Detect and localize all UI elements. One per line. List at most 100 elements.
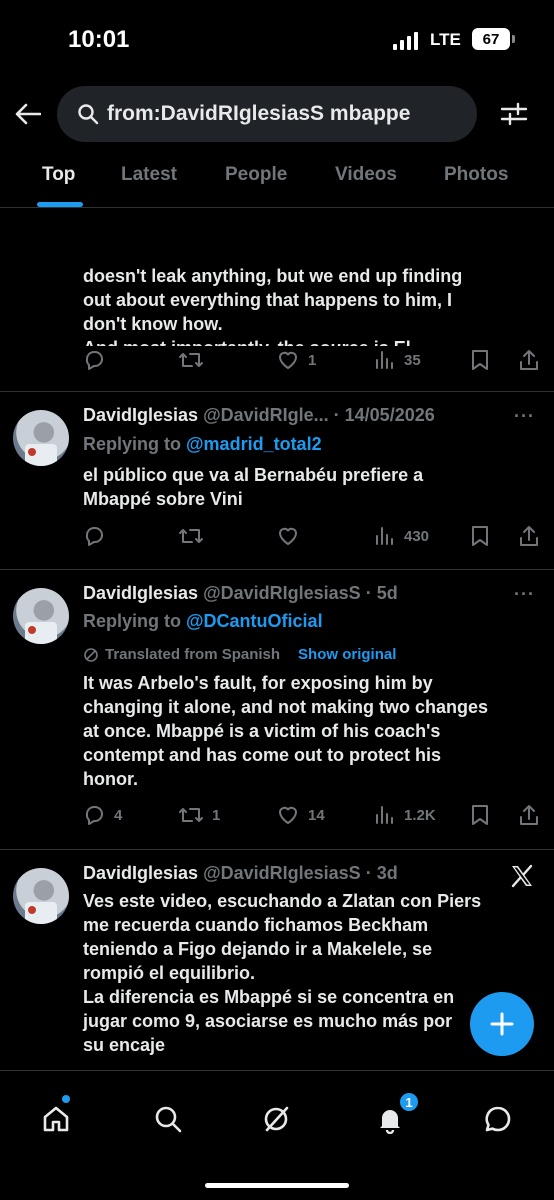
tab-people[interactable]: People — [225, 164, 287, 186]
compose-button[interactable] — [470, 992, 534, 1056]
translate-icon — [84, 647, 98, 662]
views-icon — [376, 527, 393, 545]
status-time: 10:01 — [68, 26, 130, 53]
notifications-badge: 1 — [398, 1091, 420, 1113]
retweet-icon — [179, 808, 203, 822]
nav-search[interactable] — [148, 1099, 188, 1139]
tweet-actions: 1 35 — [80, 348, 550, 376]
home-icon — [43, 1106, 69, 1132]
search-results-feed[interactable]: doesn't leak anything, but we end up fin… — [0, 208, 554, 1070]
back-arrow-icon — [15, 103, 41, 125]
avatar[interactable] — [13, 410, 69, 466]
reply-icon — [85, 806, 103, 825]
replying-to: Replying to @DCantuOficial — [83, 611, 323, 631]
retweet-icon — [179, 529, 203, 543]
grok-icon — [264, 1106, 289, 1132]
tweet[interactable]: DavidIglesias @DavidRIglesiasS · 5d ··· … — [0, 570, 554, 850]
home-indicator — [205, 1183, 349, 1188]
mention-link[interactable]: @madrid_total2 — [186, 434, 322, 454]
retweet-button[interactable] — [178, 524, 212, 548]
like-button[interactable]: 14 — [276, 803, 325, 827]
tweet[interactable]: DavidIglesias @DavidRIgle... · 14/05/202… — [0, 392, 554, 570]
tab-photos[interactable]: Photos — [444, 164, 508, 186]
search-tabs: Top Latest People Videos Photos — [0, 152, 554, 208]
views-button[interactable]: 1.2K — [374, 803, 436, 827]
like-button[interactable]: 1 — [276, 348, 316, 372]
reply-icon — [85, 527, 103, 546]
reply-icon — [85, 351, 103, 370]
show-original-link[interactable]: Show original — [298, 646, 396, 663]
status-bar: 10:01 LTE 67 — [0, 0, 554, 80]
like-button[interactable] — [276, 524, 308, 548]
filter-icon — [500, 102, 528, 126]
like-icon — [279, 527, 297, 545]
avatar[interactable] — [13, 588, 69, 644]
bookmark-button[interactable] — [470, 524, 490, 548]
bookmark-icon — [472, 526, 488, 546]
author-handle: @DavidRIglesiasS · 5d — [203, 583, 398, 603]
tweet-body: el público que va al Bernabéu prefiere a… — [83, 465, 424, 509]
search-header: from:DavidRIglesiasS mbappe — [0, 82, 554, 152]
reply-button[interactable] — [82, 348, 114, 372]
share-button[interactable] — [518, 803, 540, 827]
share-button[interactable] — [518, 348, 540, 372]
views-button[interactable]: 35 — [374, 348, 421, 372]
search-filter-button[interactable] — [494, 96, 534, 132]
tweet-actions: 430 — [80, 524, 550, 552]
author-name[interactable]: DavidIglesias — [83, 405, 198, 425]
more-icon: ··· — [514, 406, 535, 426]
search-input[interactable]: from:DavidRIglesiasS mbappe — [57, 86, 477, 142]
tweet-body: Ves este video, escuchando a Zlatan con … — [83, 891, 482, 1055]
author-name[interactable]: DavidIglesias — [83, 863, 198, 883]
bookmark-button[interactable] — [470, 803, 490, 827]
tweet-author-line: DavidIglesias @DavidRIglesiasS · 5d — [83, 583, 398, 604]
tweet[interactable]: DavidIglesias @DavidRIglesiasS · 3d Ves … — [0, 850, 554, 1070]
tweet-author-line: DavidIglesias @DavidRIglesiasS · 3d — [83, 863, 398, 884]
tab-latest[interactable]: Latest — [121, 164, 177, 186]
tweet-author-line: DavidIglesias @DavidRIgle... · 14/05/202… — [83, 405, 435, 426]
more-icon: ··· — [514, 584, 535, 604]
tab-videos[interactable]: Videos — [335, 164, 397, 186]
avatar[interactable] — [13, 868, 69, 924]
bookmark-button[interactable] — [470, 348, 490, 372]
reply-button[interactable] — [82, 524, 114, 548]
views-button[interactable]: 430 — [374, 524, 429, 548]
network-label: LTE — [430, 30, 461, 49]
more-button[interactable]: ··· — [514, 406, 538, 426]
search-query: from:DavidRIglesiasS mbappe — [107, 102, 411, 125]
signal-icon — [393, 32, 418, 50]
tweet-actions: 4 1 14 1.2K — [80, 803, 550, 831]
share-button[interactable] — [518, 524, 540, 548]
author-handle: @DavidRIgle... · 14/05/2026 — [203, 405, 435, 425]
nav-home[interactable] — [36, 1099, 76, 1139]
back-button[interactable] — [10, 96, 46, 132]
tab-top[interactable]: Top — [42, 164, 75, 186]
active-tab-indicator — [37, 202, 83, 207]
bookmark-icon — [472, 350, 488, 370]
like-icon — [279, 806, 297, 824]
bottom-navigation: 1 — [0, 1070, 554, 1200]
home-unread-dot — [62, 1095, 70, 1103]
nav-messages[interactable] — [478, 1099, 518, 1139]
nav-grok[interactable] — [256, 1099, 296, 1139]
translation-notice: Translated from Spanish Show original — [83, 646, 396, 663]
more-button[interactable]: ··· — [514, 584, 538, 604]
share-icon — [520, 526, 538, 546]
x-logo-icon — [511, 864, 533, 888]
retweet-icon — [179, 353, 203, 367]
reply-button[interactable]: 4 — [82, 803, 122, 827]
bookmark-icon — [472, 805, 488, 825]
tweet-text: doesn't leak anything, but we end up fin… — [83, 216, 538, 346]
views-icon — [376, 351, 393, 369]
search-icon — [78, 104, 99, 125]
search-icon — [155, 1106, 182, 1133]
messages-icon — [485, 1106, 511, 1132]
author-name[interactable]: DavidIglesias — [83, 583, 198, 603]
author-handle: @DavidRIglesiasS · 3d — [203, 863, 398, 883]
compose-icon — [490, 1012, 514, 1036]
retweet-button[interactable]: 1 — [178, 803, 220, 827]
tweet[interactable]: doesn't leak anything, but we end up fin… — [0, 208, 554, 392]
retweet-button[interactable] — [178, 348, 212, 372]
share-icon — [520, 350, 538, 370]
mention-link[interactable]: @DCantuOficial — [186, 611, 323, 631]
